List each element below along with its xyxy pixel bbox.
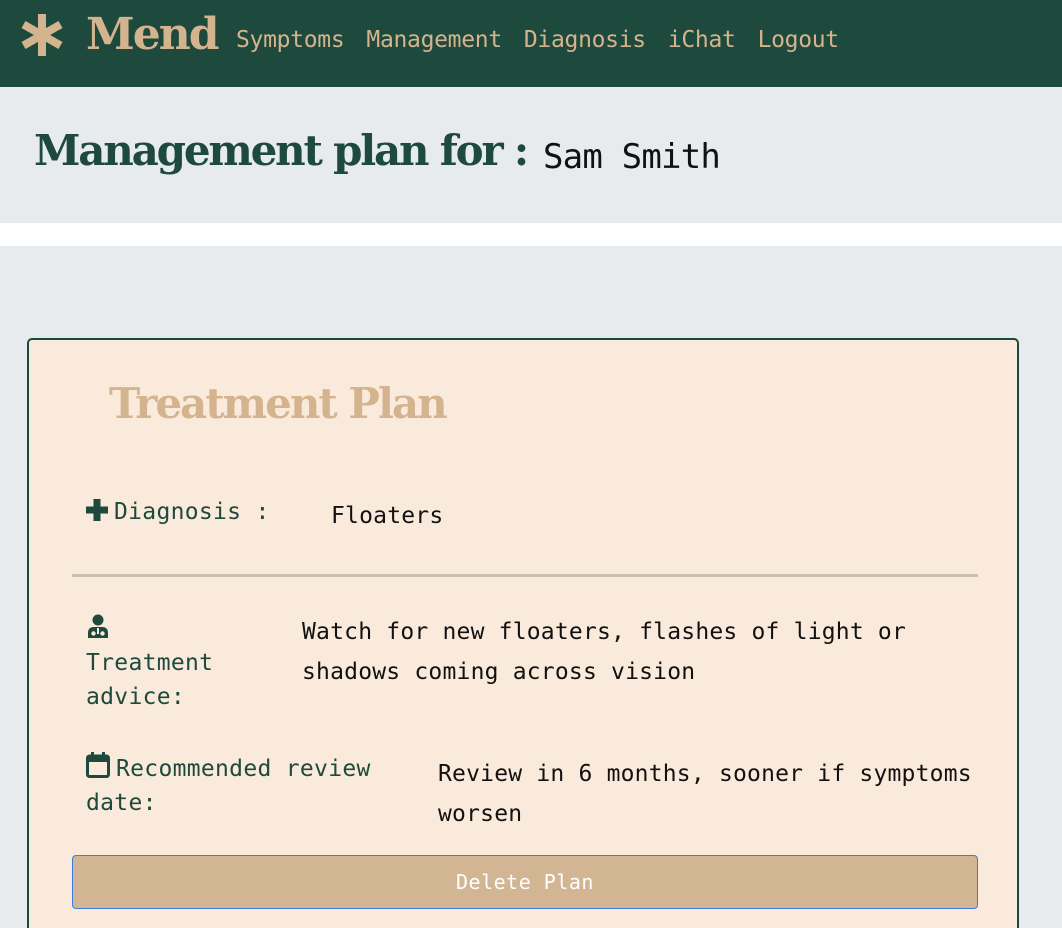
- nav-diagnosis[interactable]: Diagnosis: [524, 22, 646, 58]
- treatment-icon-wrap: [87, 614, 109, 642]
- diagnosis-label-text: Diagnosis :: [114, 499, 270, 525]
- main-nav: Symptoms Management Diagnosis iChat Logo…: [236, 22, 839, 58]
- asterisk-icon: [21, 14, 63, 56]
- page-title: Management plan for :: [34, 126, 529, 175]
- patient-name: Sam Smith: [543, 137, 721, 177]
- plus-icon: [86, 499, 108, 521]
- diagnosis-value: Floaters: [331, 503, 444, 529]
- treatment-plan-card: Treatment Plan Diagnosis : Floaters Trea…: [27, 338, 1019, 928]
- diagnosis-label: Diagnosis :: [86, 495, 270, 529]
- delete-plan-button[interactable]: Delete Plan: [72, 855, 978, 909]
- top-navbar: Mend Symptoms Management Diagnosis iChat…: [0, 0, 1062, 87]
- nav-ichat[interactable]: iChat: [668, 22, 736, 58]
- treatment-advice-label: Treatment advice:: [86, 650, 214, 710]
- nav-symptoms[interactable]: Symptoms: [236, 22, 345, 58]
- brand-name[interactable]: Mend: [86, 5, 219, 65]
- review-date-label: Recommended review date:: [86, 752, 376, 820]
- review-date-value: Review in 6 months, sooner if symptoms w…: [438, 761, 972, 827]
- calendar-icon: [86, 752, 110, 778]
- header-separator: [0, 223, 1062, 246]
- nav-logout[interactable]: Logout: [758, 22, 840, 58]
- treatment-advice-value: Watch for new floaters, flashes of light…: [302, 619, 907, 685]
- review-date-label-text: Recommended review date:: [86, 756, 371, 816]
- nav-management[interactable]: Management: [366, 22, 502, 58]
- doctor-icon: [88, 614, 108, 638]
- card-title: Treatment Plan: [109, 379, 448, 428]
- divider: [72, 574, 978, 577]
- page-header: Management plan for : Sam Smith: [0, 87, 1062, 223]
